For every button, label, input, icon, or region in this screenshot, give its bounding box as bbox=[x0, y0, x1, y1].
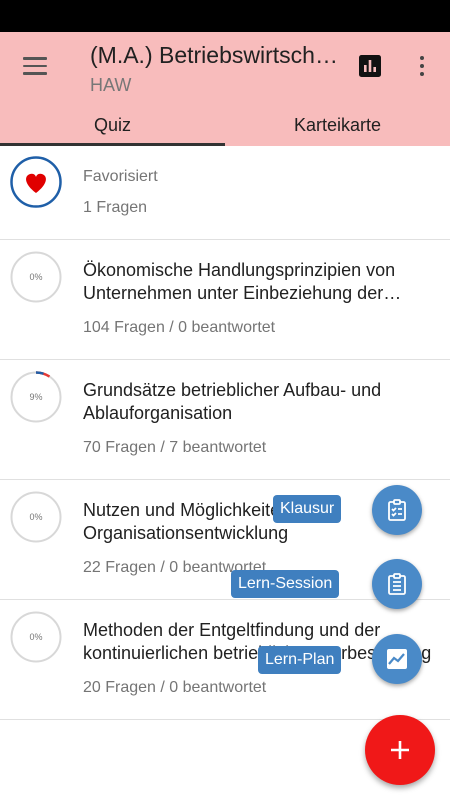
progress-ring: 0% bbox=[10, 611, 62, 663]
list-item-title: Ökonomische Handlungsprinzipien von Unte… bbox=[83, 260, 396, 303]
bar-chart-icon[interactable] bbox=[356, 52, 384, 80]
list-item[interactable]: 0% Ökonomische Handlungsprinzipien von U… bbox=[0, 240, 450, 360]
trending-chart-icon[interactable] bbox=[372, 634, 422, 684]
progress-percent: 0% bbox=[29, 512, 43, 522]
progress-ring: 9% bbox=[10, 371, 62, 423]
progress-ring: 0% bbox=[10, 251, 62, 303]
progress-ring: 0% bbox=[10, 491, 62, 543]
progress-percent: 0% bbox=[29, 272, 43, 282]
status-bar bbox=[0, 0, 450, 32]
tab-karteikarte[interactable]: Karteikarte bbox=[225, 110, 450, 146]
list-item-count: 20 Fragen / 0 beantwortet bbox=[83, 679, 267, 696]
list-item-count: 1 Fragen bbox=[83, 199, 148, 216]
list-item-favorites[interactable]: Favorisiert 1 Fragen bbox=[0, 146, 450, 240]
tab-quiz[interactable]: Quiz bbox=[0, 110, 225, 146]
hamburger-menu-icon[interactable] bbox=[17, 52, 53, 80]
progress-percent: 9% bbox=[29, 392, 43, 402]
topic-list: Favorisiert 1 Fragen 0% Ökonomische Hand… bbox=[0, 146, 450, 720]
lern-session-label[interactable]: Lern-Session bbox=[231, 570, 340, 598]
list-item-count: 104 Fragen / 0 beantwortet bbox=[83, 319, 276, 336]
list-item-title: Grundsätze betrieblicher Aufbau- und Abl… bbox=[83, 380, 382, 423]
list-item-count: 70 Fragen / 7 beantwortet bbox=[83, 439, 267, 456]
page-subtitle: HAW bbox=[90, 75, 132, 95]
plus-icon[interactable] bbox=[365, 715, 435, 785]
list-item[interactable]: 9% Grundsätze betrieblicher Aufbau- und … bbox=[0, 360, 450, 480]
app-bar: (M.A.) Betriebswirtschaftslehre HAW Quiz… bbox=[0, 32, 450, 146]
more-vertical-icon[interactable] bbox=[410, 52, 434, 80]
clipboard-checklist-icon[interactable] bbox=[372, 485, 422, 535]
klausur-label[interactable]: Klausur bbox=[273, 495, 342, 523]
clipboard-list-icon[interactable] bbox=[372, 559, 422, 609]
lern-plan-label[interactable]: Lern-Plan bbox=[258, 646, 342, 674]
page-title: (M.A.) Betriebswirtschaftslehre bbox=[90, 42, 340, 68]
list-item-title: Favorisiert bbox=[83, 168, 158, 185]
tab-bar: Quiz Karteikarte bbox=[0, 110, 450, 146]
progress-percent: 0% bbox=[29, 632, 43, 642]
heart-icon bbox=[10, 156, 62, 208]
